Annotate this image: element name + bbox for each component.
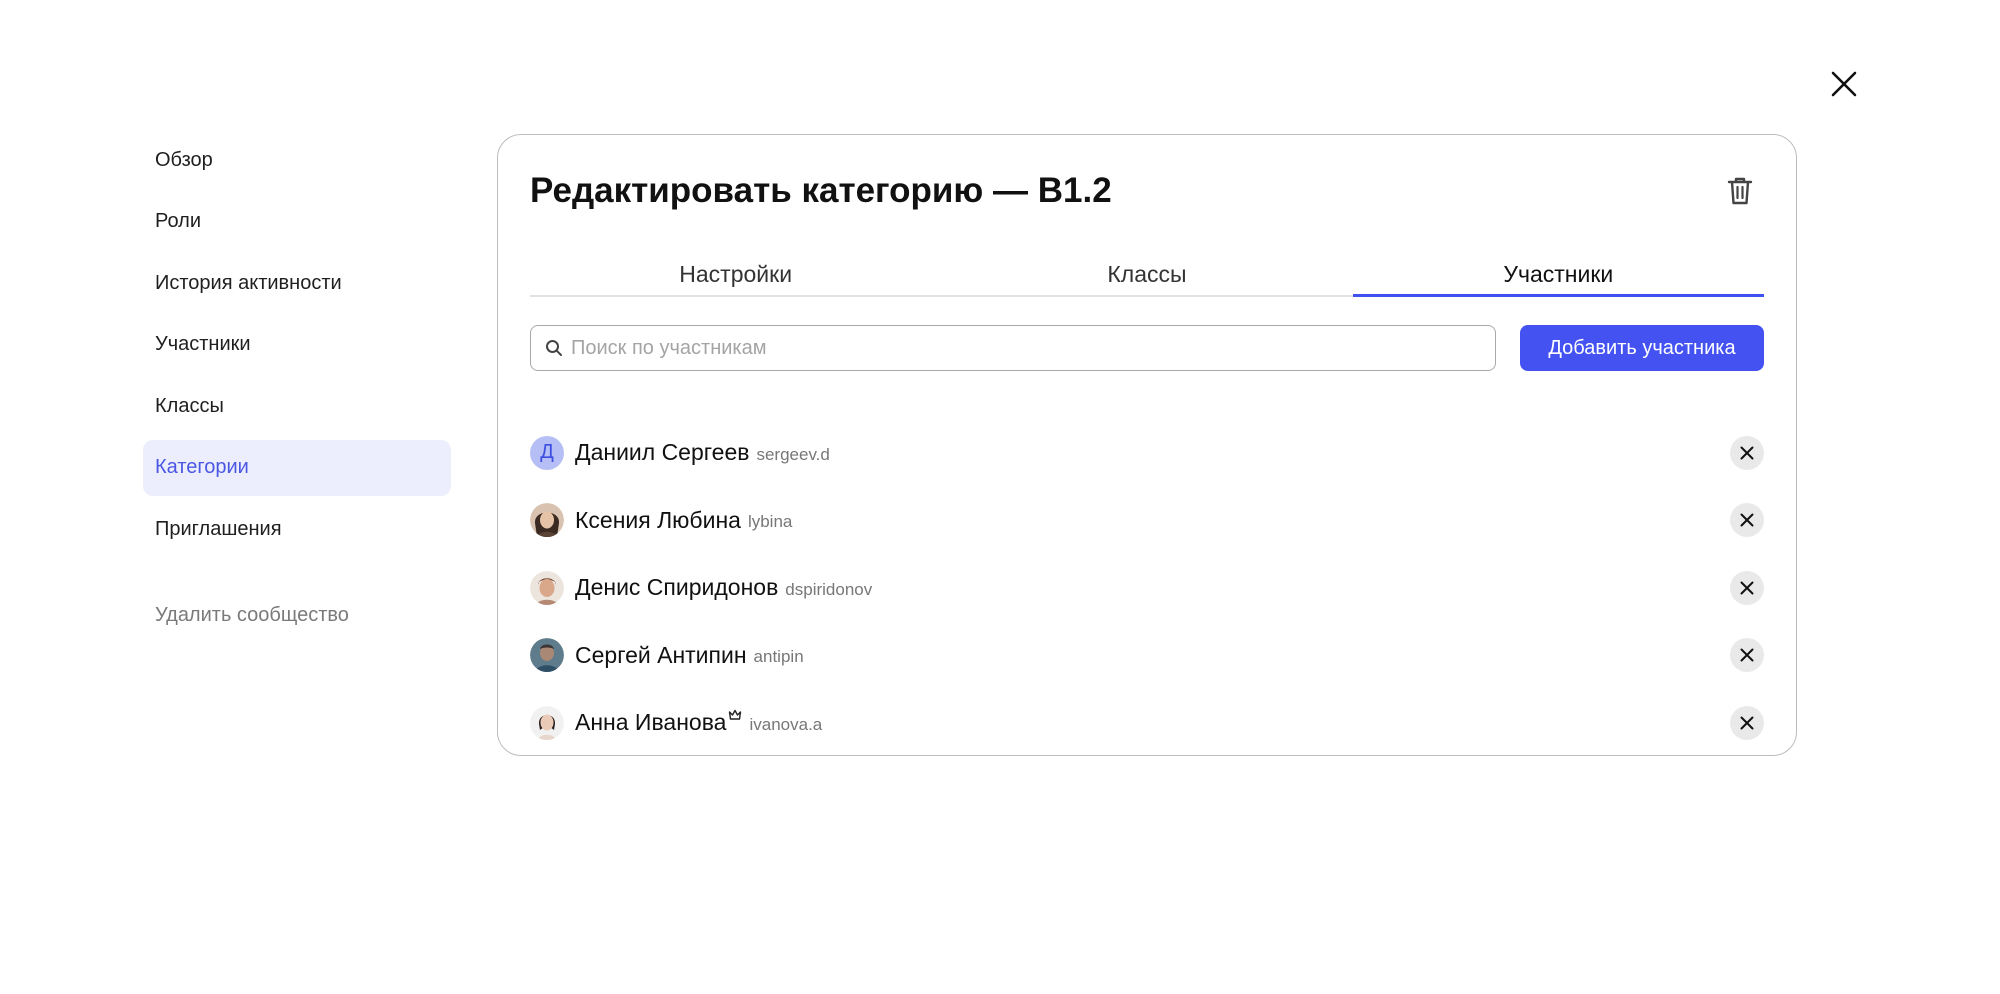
trash-icon xyxy=(1727,177,1753,205)
remove-member-button[interactable] xyxy=(1730,705,1764,740)
close-icon xyxy=(1740,513,1754,527)
member-login: dspiridonov xyxy=(785,579,873,599)
list-item: Сергей Антипин antipin xyxy=(530,622,1764,690)
list-item: Денис Спиридонов dspiridonov xyxy=(530,554,1764,622)
member-search xyxy=(530,325,1496,371)
page: Обзор Роли История активности Участники … xyxy=(0,0,2000,994)
sidebar-item-members[interactable]: Участники xyxy=(143,317,451,373)
avatar xyxy=(530,638,564,673)
tab-label: Настройки xyxy=(679,261,793,287)
remove-member-button[interactable] xyxy=(1730,503,1764,538)
member-login: lybina xyxy=(747,512,793,532)
member-login: ivanova.a xyxy=(749,714,823,734)
sidebar-item-overview[interactable]: Обзор xyxy=(143,132,451,188)
member-name: Денис Спиридонов xyxy=(575,574,779,601)
tab-label: Участники xyxy=(1503,261,1614,287)
close-button[interactable] xyxy=(1822,62,1866,106)
user-photo-icon xyxy=(530,705,564,740)
sidebar-item-label: Обзор xyxy=(155,148,213,171)
member-name: Сергей Антипин xyxy=(575,641,747,668)
avatar: Д xyxy=(530,435,564,470)
sidebar-item-categories[interactable]: Категории xyxy=(143,439,451,496)
sidebar-item-label: Роли xyxy=(155,210,201,232)
sidebar-item-label: Категории xyxy=(155,456,249,478)
remove-member-button[interactable] xyxy=(1730,638,1764,673)
close-icon xyxy=(1740,446,1754,460)
sidebar: Обзор Роли История активности Участники … xyxy=(143,132,451,643)
dialog-title: Редактировать категорию — B1.2 xyxy=(530,171,1112,210)
avatar-letter: Д xyxy=(540,441,554,464)
remove-member-button[interactable] xyxy=(1730,570,1764,605)
sidebar-item-label: Классы xyxy=(155,394,224,417)
close-icon xyxy=(1740,648,1754,662)
add-member-button[interactable]: Добавить участника xyxy=(1520,325,1764,371)
member-login: sergeev.d xyxy=(756,444,830,464)
close-icon xyxy=(1831,71,1857,97)
tab-settings[interactable]: Настройки xyxy=(530,253,941,295)
close-icon xyxy=(1740,581,1754,595)
list-item: Ксения Любина lybina xyxy=(530,487,1764,555)
member-list: Д Даниил Сергеев sergeev.d Ксения Любина… xyxy=(530,419,1764,757)
member-name: Даниил Сергеев xyxy=(575,439,750,466)
sidebar-item-activity-history[interactable]: История активности xyxy=(143,255,451,311)
search-input[interactable] xyxy=(571,336,1471,360)
member-name: Ксения Любина xyxy=(575,506,741,533)
sidebar-item-roles[interactable]: Роли xyxy=(143,194,451,250)
sidebar-item-invitations[interactable]: Приглашения xyxy=(143,501,451,557)
member-name: Анна Иванова xyxy=(575,709,727,736)
list-item: Д Даниил Сергеев sergeev.d xyxy=(530,419,1764,487)
close-icon xyxy=(1740,716,1754,730)
remove-member-button[interactable] xyxy=(1730,435,1764,470)
tab-classes[interactable]: Классы xyxy=(941,253,1352,295)
tab-label: Классы xyxy=(1107,261,1187,287)
sidebar-item-label: Участники xyxy=(155,333,251,355)
avatar xyxy=(530,705,564,740)
member-login: antipin xyxy=(753,647,804,667)
user-photo-icon xyxy=(530,503,564,538)
delete-community-label: Удалить сообщество xyxy=(155,603,349,626)
delete-community-link[interactable]: Удалить сообщество xyxy=(143,587,451,643)
delete-category-button[interactable] xyxy=(1724,173,1756,209)
dialog-tabs: Настройки Классы Участники xyxy=(530,253,1765,297)
crown-icon xyxy=(728,709,742,721)
search-icon xyxy=(546,340,562,356)
tab-members[interactable]: Участники xyxy=(1352,253,1765,297)
sidebar-item-label: Приглашения xyxy=(155,517,282,540)
user-photo-icon xyxy=(530,638,564,673)
user-photo-icon xyxy=(530,570,564,605)
edit-category-dialog: Редактировать категорию — B1.2 Настройки… xyxy=(497,134,1797,756)
avatar xyxy=(530,503,564,538)
list-item: Анна Иванова ivanova.a xyxy=(530,689,1764,757)
sidebar-item-label: История активности xyxy=(155,271,342,294)
sidebar-item-classes[interactable]: Классы xyxy=(143,378,451,434)
avatar xyxy=(530,570,564,605)
